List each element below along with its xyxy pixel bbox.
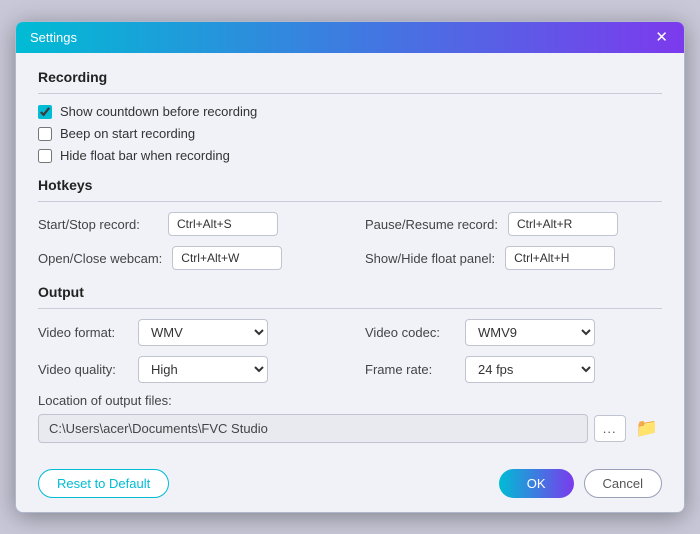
location-input[interactable] [38,414,588,443]
hotkeys-section-title: Hotkeys [38,177,662,193]
hotkeys-grid: Start/Stop record: Pause/Resume record: … [38,212,662,270]
title-bar: Settings ✕ [16,22,684,53]
hotkey-row-pause-resume: Pause/Resume record: [365,212,662,236]
hotkey-input-pause-resume[interactable] [508,212,618,236]
hotkey-row-float-panel: Show/Hide float panel: [365,246,662,270]
hotkey-input-float-panel[interactable] [505,246,615,270]
hotkey-label-start-stop: Start/Stop record: [38,217,158,232]
footer-right: OK Cancel [499,469,662,498]
output-select-framerate[interactable]: 24 fps 30 fps 60 fps [465,356,595,383]
output-label-codec: Video codec: [365,325,455,340]
output-row-framerate: Frame rate: 24 fps 30 fps 60 fps [365,356,662,383]
hotkeys-divider [38,201,662,202]
output-section: Output Video format: WMV MP4 AVI MOV Vid… [38,284,662,443]
output-label-quality: Video quality: [38,362,128,377]
checkbox-floatbar[interactable] [38,149,52,163]
output-label-format: Video format: [38,325,128,340]
location-section: Location of output files: ... 📁 [38,393,662,443]
output-divider [38,308,662,309]
output-select-quality[interactable]: High Medium Low [138,356,268,383]
output-section-title: Output [38,284,662,300]
checkbox-row-floatbar: Hide float bar when recording [38,148,662,163]
output-grid: Video format: WMV MP4 AVI MOV Video code… [38,319,662,383]
hotkey-label-float-panel: Show/Hide float panel: [365,251,495,266]
checkbox-countdown[interactable] [38,105,52,119]
hotkey-row-webcam: Open/Close webcam: [38,246,335,270]
checkbox-beep-label: Beep on start recording [60,126,195,141]
hotkey-label-webcam: Open/Close webcam: [38,251,162,266]
checkbox-floatbar-label: Hide float bar when recording [60,148,230,163]
hotkey-input-start-stop[interactable] [168,212,278,236]
settings-content: Recording Show countdown before recordin… [16,53,684,457]
output-select-format[interactable]: WMV MP4 AVI MOV [138,319,268,346]
output-row-codec: Video codec: WMV9 H.264 H.265 [365,319,662,346]
location-label: Location of output files: [38,393,662,408]
hotkey-input-webcam[interactable] [172,246,282,270]
open-folder-button[interactable]: 📁 [632,416,662,441]
checkbox-row-beep: Beep on start recording [38,126,662,141]
cancel-button[interactable]: Cancel [584,469,662,498]
folder-icon: 📁 [636,418,658,438]
dialog-title: Settings [30,30,77,45]
output-row-format: Video format: WMV MP4 AVI MOV [38,319,335,346]
recording-section-title: Recording [38,69,662,85]
ok-button[interactable]: OK [499,469,574,498]
output-label-framerate: Frame rate: [365,362,455,377]
checkbox-countdown-label: Show countdown before recording [60,104,257,119]
checkbox-beep[interactable] [38,127,52,141]
browse-dots-button[interactable]: ... [594,415,626,442]
checkbox-row-countdown: Show countdown before recording [38,104,662,119]
hotkeys-section: Hotkeys Start/Stop record: Pause/Resume … [38,177,662,270]
reset-button[interactable]: Reset to Default [38,469,169,498]
close-button[interactable]: ✕ [653,30,670,45]
hotkey-label-pause-resume: Pause/Resume record: [365,217,498,232]
location-row: ... 📁 [38,414,662,443]
output-row-quality: Video quality: High Medium Low [38,356,335,383]
recording-divider [38,93,662,94]
output-select-codec[interactable]: WMV9 H.264 H.265 [465,319,595,346]
footer: Reset to Default OK Cancel [16,457,684,512]
hotkey-row-start-stop: Start/Stop record: [38,212,335,236]
